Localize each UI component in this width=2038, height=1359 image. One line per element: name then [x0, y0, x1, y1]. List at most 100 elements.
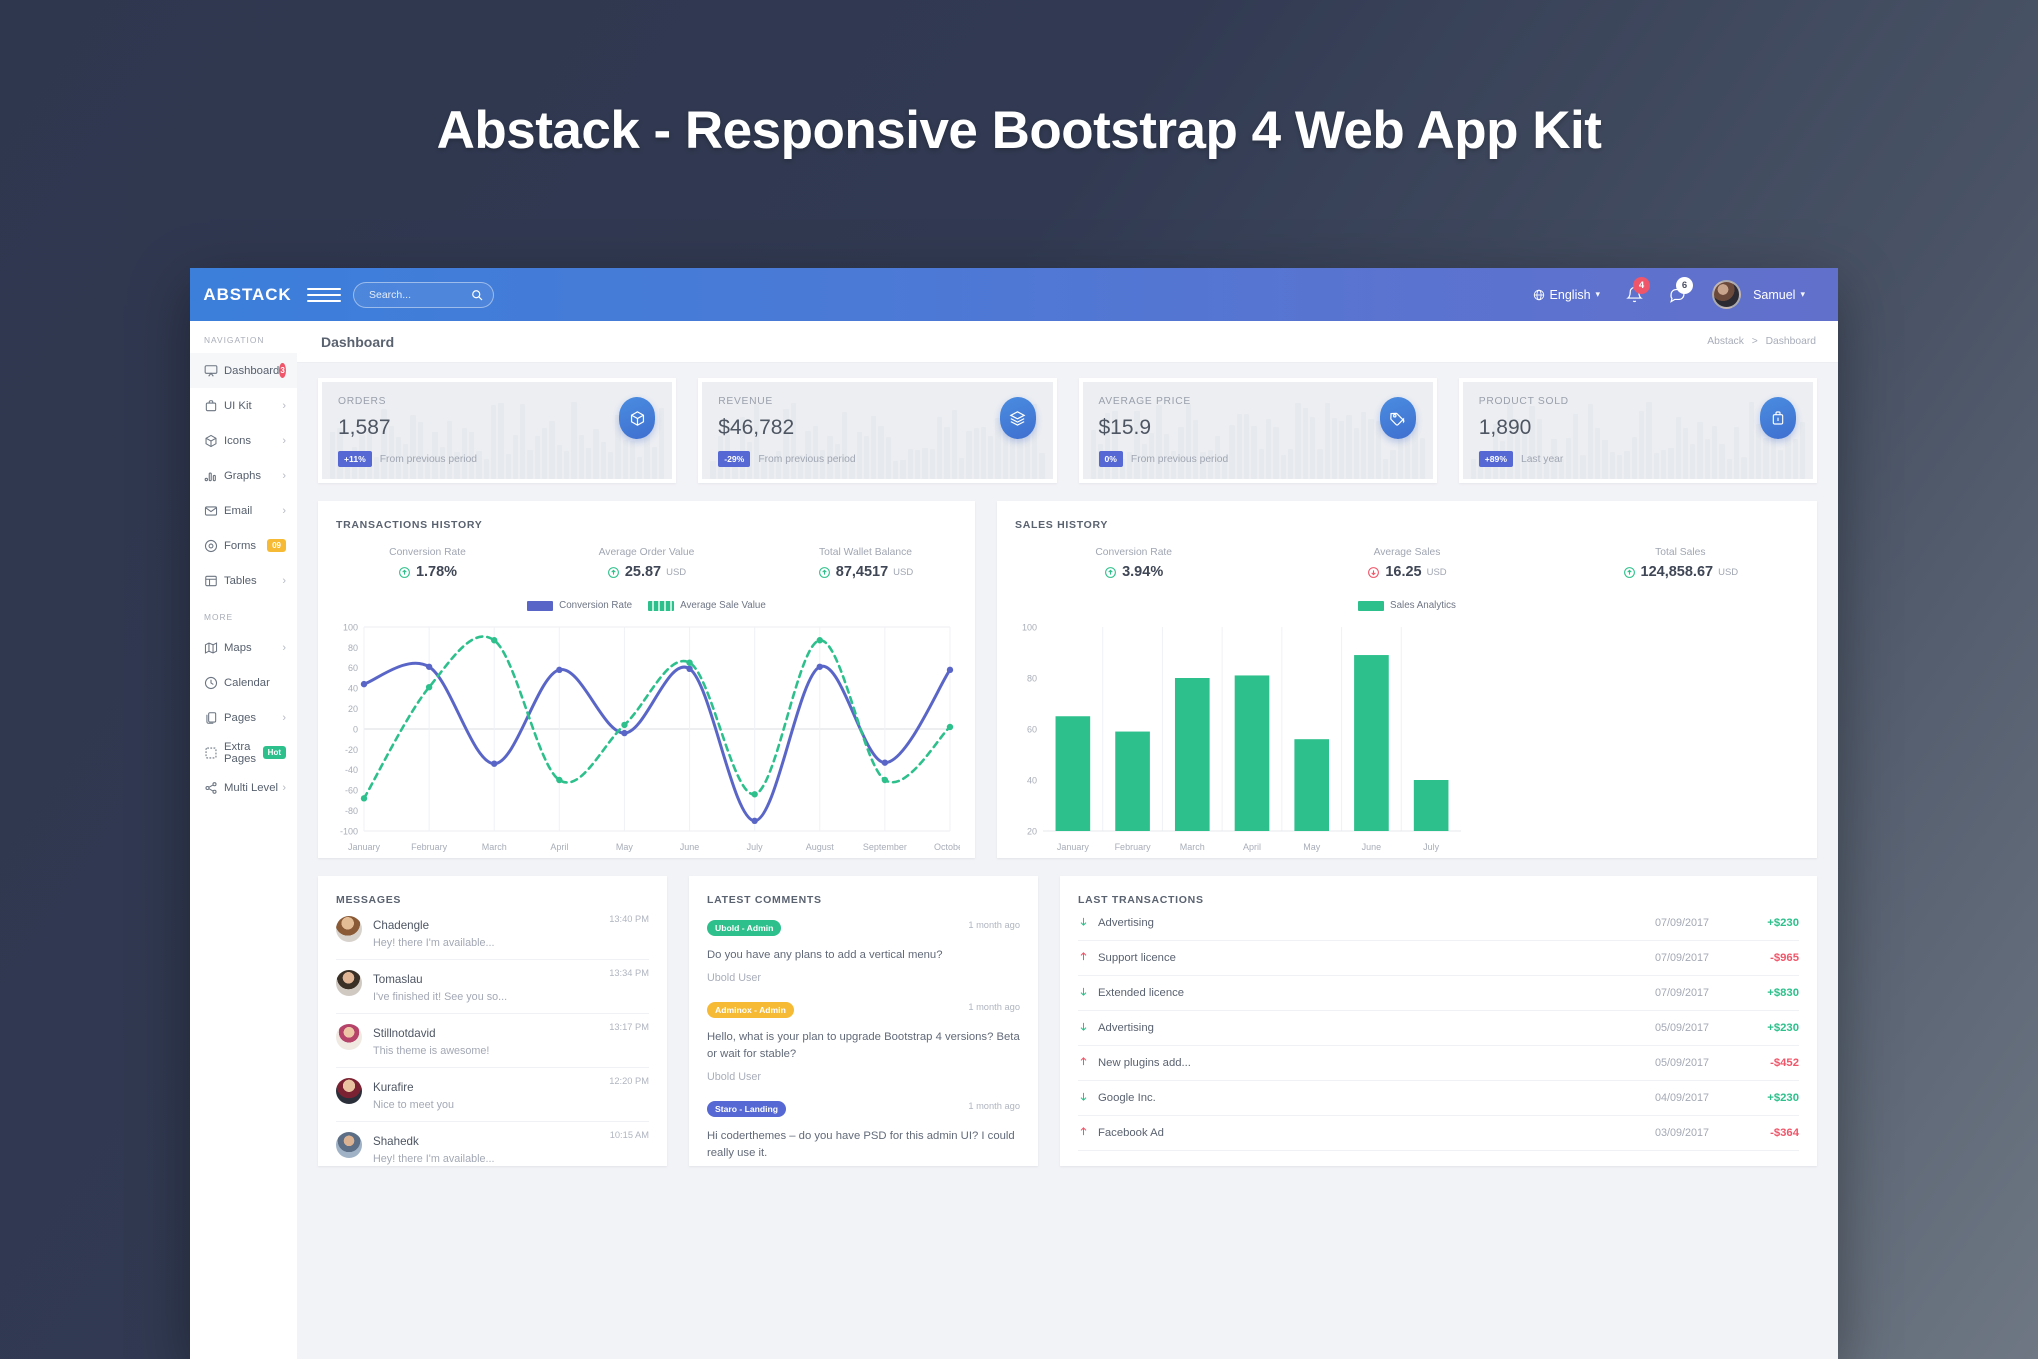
search-icon[interactable] — [471, 288, 483, 306]
transaction-row[interactable]: Advertising07/09/2017+$230 — [1078, 906, 1799, 941]
svg-text:October: October — [934, 842, 960, 852]
language-selector[interactable]: English ▾ — [1520, 268, 1614, 321]
svg-text:-40: -40 — [345, 765, 358, 775]
legend-swatch-sales-analytics — [1358, 601, 1384, 611]
sidebar-item-calendar[interactable]: Calendar — [190, 665, 297, 700]
chevron-right-icon: › — [282, 782, 286, 794]
bag-icon — [1760, 397, 1796, 439]
transaction-row[interactable]: Support licence07/09/2017-$965 — [1078, 941, 1799, 976]
transaction-row[interactable]: Facebook Ad03/09/2017-$364 — [1078, 1116, 1799, 1151]
comment-body: Hi coderthemes – do you have PSD for thi… — [707, 1128, 1020, 1161]
message-row[interactable]: TomaslauI've finished it! See you so...1… — [336, 960, 649, 1014]
breadcrumb-separator: > — [1752, 336, 1758, 347]
charts-row: TRANSACTIONS HISTORY Conversion Rate 1.7… — [318, 501, 1817, 858]
message-preview: Nice to meet you — [373, 1099, 649, 1111]
sidebar-item-dashboard[interactable]: Dashboard 3 — [190, 353, 297, 388]
sidebar-badge-extra-pages: Hot — [263, 746, 286, 760]
legend-item[interactable]: Sales Analytics — [1358, 600, 1456, 611]
svg-text:April: April — [1243, 842, 1261, 852]
comment-row[interactable]: Adminox - Admin1 month agoHello, what is… — [707, 988, 1020, 1087]
svg-text:January: January — [1057, 842, 1090, 852]
sidebar-item-ui-kit[interactable]: UI Kit › — [190, 388, 297, 423]
arrow-up-circle-icon — [398, 566, 411, 579]
sidebar-item-email[interactable]: Email › — [190, 493, 297, 528]
svg-text:-20: -20 — [345, 745, 358, 755]
mini-stat-value-wrap: 87,4517 USD — [756, 564, 975, 580]
sidebar-item-pages[interactable]: Pages › — [190, 700, 297, 735]
sidebar-item-maps[interactable]: Maps › — [190, 630, 297, 665]
transaction-row[interactable]: Extended licence07/09/2017+$830 — [1078, 976, 1799, 1011]
sidebar-item-label: UI Kit — [224, 400, 282, 412]
legend-item[interactable]: Conversion Rate — [527, 600, 632, 611]
sidebar-item-icons[interactable]: Icons › — [190, 423, 297, 458]
mini-stat-label: Total Wallet Balance — [756, 547, 975, 558]
comment-row[interactable]: Ubold - Admin1 month agoDo you have any … — [707, 906, 1020, 988]
sidebar-item-label: Multi Level — [224, 782, 282, 794]
sidebar-item-forms[interactable]: Forms 09 — [190, 528, 297, 563]
svg-text:20: 20 — [348, 704, 358, 714]
sidebar-item-extra-pages[interactable]: Extra Pages Hot — [190, 735, 297, 770]
legend-item[interactable]: Average Sale Value — [648, 600, 766, 611]
sidebar-item-graphs[interactable]: Graphs › — [190, 458, 297, 493]
message-time: 13:34 PM — [609, 968, 649, 978]
line-chart-legend: Conversion Rate Average Sale Value — [318, 600, 975, 611]
message-preview: I've finished it! See you so... — [373, 991, 649, 1003]
arrow-up-icon — [1078, 1126, 1098, 1140]
message-row[interactable]: KurafireNice to meet you12:20 PM — [336, 1068, 649, 1122]
message-row[interactable]: ShahedkHey! there I'm available...10:15 … — [336, 1122, 649, 1166]
stat-change-badge: -29% — [718, 451, 750, 467]
transaction-row[interactable]: Google Inc.04/09/2017+$230 — [1078, 1081, 1799, 1116]
transaction-amount: +$230 — [1743, 1022, 1799, 1034]
arrow-up-icon — [1078, 951, 1098, 965]
sidebar-item-multi-level[interactable]: Multi Level › — [190, 770, 297, 805]
sidebar-item-tables[interactable]: Tables › — [190, 563, 297, 598]
svg-text:May: May — [1303, 842, 1321, 852]
svg-text:May: May — [616, 842, 634, 852]
comment-tag[interactable]: Adminox - Admin — [707, 1002, 794, 1018]
message-row[interactable]: ChadengleHey! there I'm available...13:4… — [336, 906, 649, 960]
transaction-name: Advertising — [1098, 917, 1655, 929]
mini-stat-unit: USD — [1427, 567, 1447, 578]
transactions-panel: LAST TRANSACTIONS Advertising07/09/2017+… — [1060, 876, 1817, 1166]
svg-text:June: June — [680, 842, 700, 852]
transaction-row[interactable]: Advertising05/09/2017+$230 — [1078, 1011, 1799, 1046]
sidebar-badge-dashboard: 3 — [279, 363, 286, 378]
mail-icon — [204, 504, 224, 518]
bar-chart[interactable]: 10080604020JanuaryFebruaryMarchAprilMayJ… — [1009, 619, 1805, 859]
stat-subtitle: From previous period — [758, 454, 855, 465]
breadcrumb-root[interactable]: Abstack — [1707, 336, 1744, 347]
stat-change-badge: +89% — [1479, 451, 1513, 467]
globe-icon — [1533, 289, 1545, 301]
comment-row[interactable]: Staro - Landing1 month agoHi coderthemes… — [707, 1087, 1020, 1165]
message-row[interactable]: StillnotdavidThis theme is awesome!13:17… — [336, 1014, 649, 1068]
transaction-name: New plugins add... — [1098, 1057, 1655, 1069]
line-chart[interactable]: 100806040200-20-40-60-80-100JanuaryFebru… — [330, 619, 963, 859]
hamburger-menu-icon[interactable] — [307, 288, 341, 302]
svg-text:60: 60 — [348, 663, 358, 673]
mini-stat-value-wrap: 16.25 USD — [1270, 564, 1543, 580]
svg-text:August: August — [806, 842, 835, 852]
message-preview: This theme is awesome! — [373, 1045, 649, 1057]
sales-mini-stats: Conversion Rate 3.94% Average Sales — [997, 547, 1817, 580]
tag-icon — [1380, 397, 1416, 439]
plus-square-icon — [204, 746, 224, 760]
chevron-right-icon: › — [282, 505, 286, 517]
brand-logo[interactable]: ABSTACK — [190, 285, 297, 305]
hero-title: Abstack - Responsive Bootstrap 4 Web App… — [0, 100, 2038, 161]
chevron-right-icon: › — [282, 470, 286, 482]
transaction-row[interactable]: New plugins add...05/09/2017-$452 — [1078, 1046, 1799, 1081]
share-icon — [204, 781, 224, 795]
comment-tag[interactable]: Staro - Landing — [707, 1101, 786, 1117]
chevron-down-icon: ▾ — [1596, 289, 1601, 300]
user-profile-menu[interactable]: Samuel ▾ — [1699, 268, 1818, 321]
sidebar-item-label: Calendar — [224, 677, 286, 689]
comment-tag[interactable]: Ubold - Admin — [707, 920, 781, 936]
avatar — [1712, 280, 1741, 309]
message-sender: Kurafire — [373, 1081, 414, 1094]
avatar — [336, 1024, 362, 1050]
legend-swatch-conversion-rate — [527, 601, 553, 611]
sidebar-item-label: Graphs — [224, 470, 282, 482]
chevron-right-icon: › — [282, 712, 286, 724]
messages-button[interactable]: 6 — [1656, 268, 1699, 321]
notifications-button[interactable]: 4 — [1613, 268, 1656, 321]
